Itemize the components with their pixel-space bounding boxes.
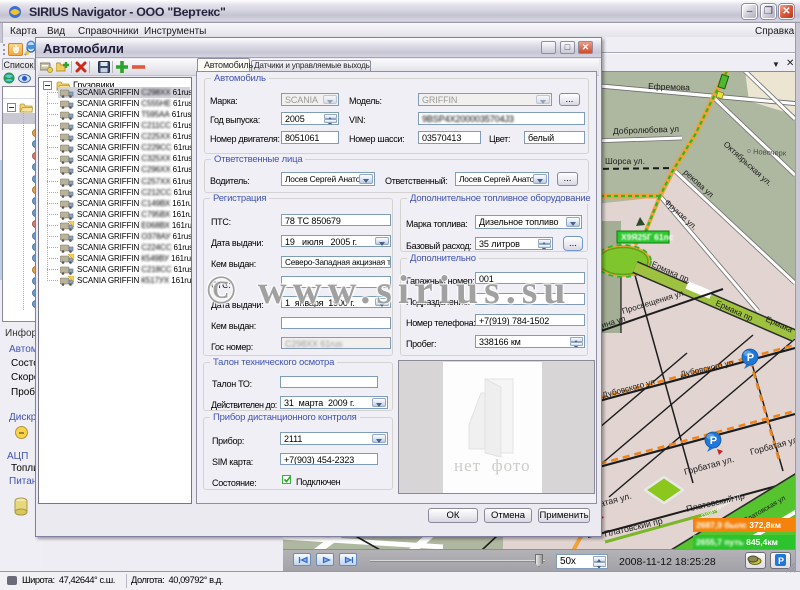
svg-text:P: P bbox=[778, 556, 784, 566]
svg-text:P: P bbox=[747, 352, 754, 364]
svg-text:Ефремова: Ефремова bbox=[648, 81, 690, 92]
svg-text:P: P bbox=[710, 435, 717, 447]
svg-text:Новочерк: Новочерк bbox=[753, 147, 787, 158]
svg-text:Х9Я25Г 61пс: Х9Я25Г 61пс bbox=[621, 232, 674, 242]
svg-text:Шорса ул.: Шорса ул. bbox=[605, 156, 645, 166]
